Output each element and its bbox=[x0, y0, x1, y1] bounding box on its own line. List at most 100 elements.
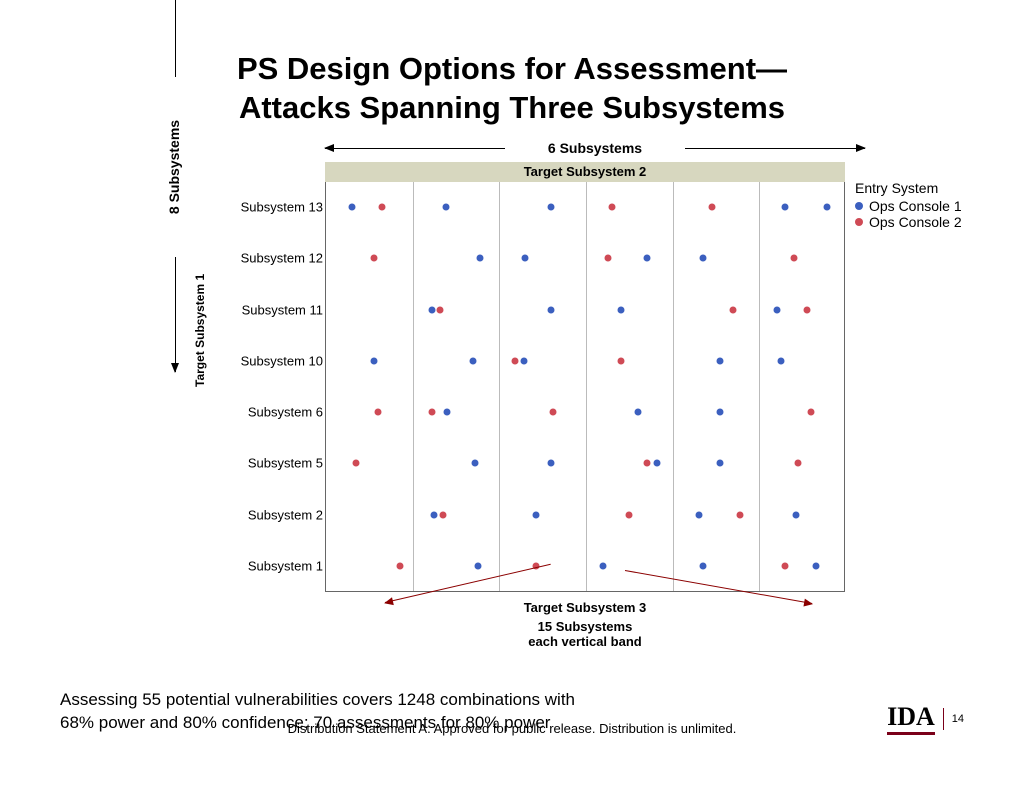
data-point bbox=[349, 204, 356, 211]
data-point bbox=[823, 204, 830, 211]
data-point bbox=[717, 357, 724, 364]
row-label: Subsystem 10 bbox=[241, 353, 323, 368]
data-point bbox=[791, 255, 798, 262]
title-line-1: PS Design Options for Assessment— bbox=[237, 51, 787, 86]
row-label: Subsystem 1 bbox=[248, 558, 323, 573]
data-point bbox=[370, 357, 377, 364]
panel-separator bbox=[586, 182, 587, 591]
data-point bbox=[654, 460, 661, 467]
chart-header-band: Target Subsystem 2 bbox=[325, 162, 845, 182]
legend-label-2: Ops Console 2 bbox=[869, 214, 962, 230]
bottom-label-1: Target Subsystem 3 bbox=[325, 600, 845, 615]
data-point bbox=[700, 562, 707, 569]
legend-item-2: Ops Console 2 bbox=[855, 214, 962, 230]
data-point bbox=[600, 562, 607, 569]
top-axis-arrow: 6 Subsystems bbox=[325, 140, 865, 156]
y-outer-axis-arrow: 8 Subsystems bbox=[166, 0, 182, 372]
panel-separator bbox=[413, 182, 414, 591]
slide: PS Design Options for Assessment— Attack… bbox=[0, 0, 1024, 791]
data-point bbox=[808, 409, 815, 416]
data-point bbox=[522, 255, 529, 262]
bottom-label-3: each vertical band bbox=[325, 634, 845, 649]
data-point bbox=[440, 511, 447, 518]
data-point bbox=[782, 562, 789, 569]
data-point bbox=[428, 409, 435, 416]
data-point bbox=[730, 306, 737, 313]
footer-logo: IDA 14 bbox=[887, 702, 964, 735]
data-point bbox=[773, 306, 780, 313]
legend-swatch-red bbox=[855, 218, 863, 226]
data-point bbox=[548, 306, 555, 313]
data-point bbox=[548, 460, 555, 467]
legend-item-1: Ops Console 1 bbox=[855, 198, 962, 214]
data-point bbox=[617, 357, 624, 364]
panel-separator bbox=[673, 182, 674, 591]
page-number: 14 bbox=[952, 713, 964, 725]
data-point bbox=[708, 204, 715, 211]
data-point bbox=[428, 306, 435, 313]
bottom-labels: Target Subsystem 3 15 Subsystems each ve… bbox=[325, 600, 845, 649]
data-point bbox=[626, 511, 633, 518]
row-label: Subsystem 6 bbox=[248, 405, 323, 420]
logo-divider bbox=[943, 708, 944, 730]
bottom-label-2: 15 Subsystems bbox=[325, 619, 845, 634]
legend-title: Entry System bbox=[855, 180, 962, 196]
row-label: Subsystem 2 bbox=[248, 507, 323, 522]
summary-line-1: Assessing 55 potential vulnerabilities c… bbox=[60, 690, 575, 709]
data-point bbox=[795, 460, 802, 467]
y-inner-axis-label: Target Subsystem 1 bbox=[193, 273, 207, 386]
data-point bbox=[442, 204, 449, 211]
plot-area bbox=[325, 182, 845, 592]
data-point bbox=[437, 306, 444, 313]
data-point bbox=[782, 204, 789, 211]
data-point bbox=[474, 562, 481, 569]
data-point bbox=[700, 255, 707, 262]
row-label: Subsystem 13 bbox=[241, 200, 323, 215]
data-point bbox=[532, 511, 539, 518]
data-point bbox=[520, 357, 527, 364]
panel-separator bbox=[499, 182, 500, 591]
data-point bbox=[431, 511, 438, 518]
title-line-2: Attacks Spanning Three Subsystems bbox=[239, 90, 785, 125]
chart-wrap: 8 Subsystems Target Subsystem 1 Target S… bbox=[160, 162, 980, 649]
data-point bbox=[643, 460, 650, 467]
data-point bbox=[695, 511, 702, 518]
row-label: Subsystem 12 bbox=[241, 251, 323, 266]
data-point bbox=[717, 409, 724, 416]
data-point bbox=[470, 357, 477, 364]
data-point bbox=[375, 409, 382, 416]
data-point bbox=[444, 409, 451, 416]
data-point bbox=[604, 255, 611, 262]
row-labels: Subsystem 13 Subsystem 12 Subsystem 11 Subs… bbox=[215, 182, 323, 592]
data-point bbox=[472, 460, 479, 467]
data-point bbox=[812, 562, 819, 569]
row-label: Subsystem 11 bbox=[242, 302, 323, 317]
slide-title: PS Design Options for Assessment— Attack… bbox=[60, 50, 964, 128]
data-point bbox=[635, 409, 642, 416]
data-point bbox=[370, 255, 377, 262]
data-point bbox=[804, 306, 811, 313]
data-point bbox=[353, 460, 360, 467]
logo-text: IDA bbox=[887, 702, 935, 735]
top-axis-count: 6 Subsystems bbox=[548, 140, 642, 156]
data-point bbox=[737, 511, 744, 518]
data-point bbox=[550, 409, 557, 416]
legend-label-1: Ops Console 1 bbox=[869, 198, 962, 214]
data-point bbox=[548, 204, 555, 211]
data-point bbox=[379, 204, 386, 211]
data-point bbox=[609, 204, 616, 211]
legend: Entry System Ops Console 1 Ops Console 2 bbox=[855, 180, 962, 230]
row-label: Subsystem 5 bbox=[248, 456, 323, 471]
data-point bbox=[617, 306, 624, 313]
data-point bbox=[778, 357, 785, 364]
data-point bbox=[511, 357, 518, 364]
data-point bbox=[477, 255, 484, 262]
data-point bbox=[717, 460, 724, 467]
y-outer-axis-label: 8 Subsystems bbox=[166, 119, 182, 213]
data-point bbox=[792, 511, 799, 518]
legend-swatch-blue bbox=[855, 202, 863, 210]
distribution-statement: Distribution Statement A. Approved for p… bbox=[0, 721, 1024, 736]
panel-separator bbox=[759, 182, 760, 591]
data-point bbox=[396, 562, 403, 569]
data-point bbox=[643, 255, 650, 262]
